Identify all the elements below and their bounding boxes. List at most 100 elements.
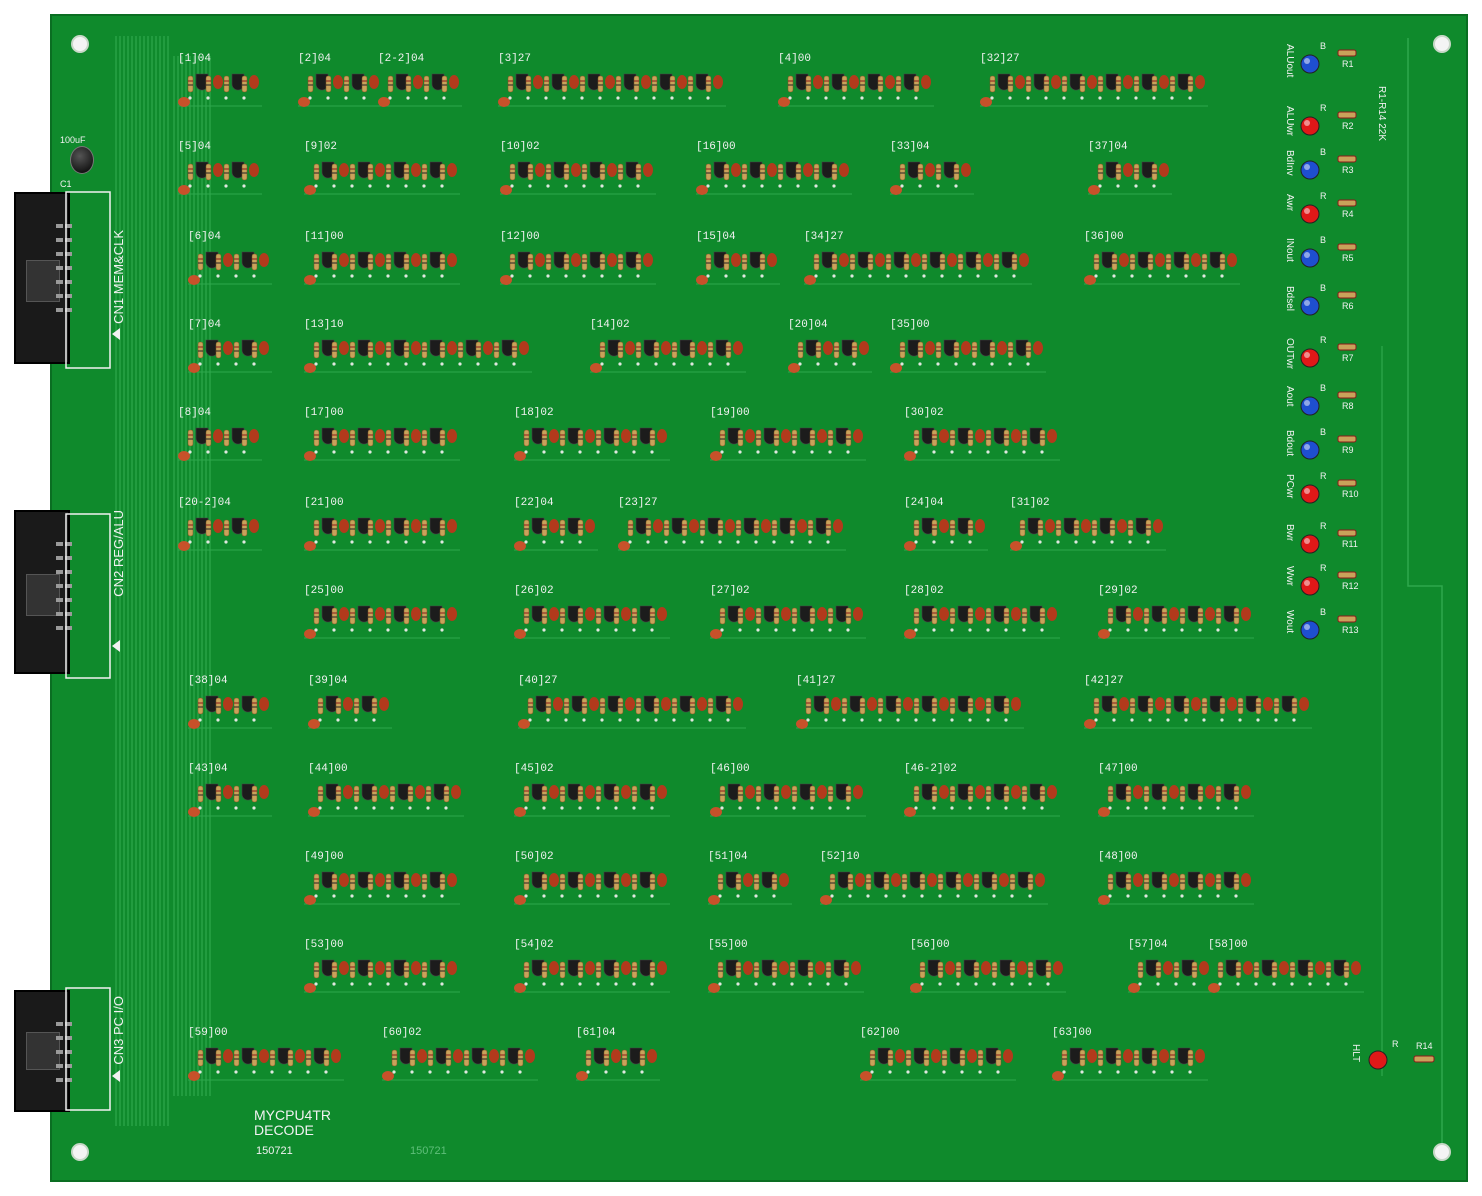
logic-block-components — [980, 73, 1205, 107]
logic-block-label: [1]04 — [178, 53, 212, 65]
resistor-ref-label: R8 — [1342, 401, 1354, 411]
led-signal-label: ALUwr — [1284, 106, 1295, 137]
logic-block-label: [58]00 — [1208, 939, 1248, 951]
logic-block-label: [21]00 — [304, 497, 344, 509]
logic-block-label: [27]02 — [710, 585, 750, 597]
logic-block-label: [3]27 — [498, 53, 532, 65]
logic-block-label: [19]00 — [710, 407, 750, 419]
logic-block-components — [378, 73, 459, 107]
logic-block-label: [8]04 — [178, 407, 212, 419]
logic-block-components — [708, 959, 861, 993]
logic-block-label: [22]04 — [514, 497, 554, 509]
logic-block-components — [1084, 695, 1309, 729]
logic-block-label: [48]00 — [1098, 851, 1138, 863]
logic-block-components — [188, 251, 269, 285]
logic-block-label: [47]00 — [1098, 763, 1138, 775]
logic-block-components — [890, 339, 1043, 373]
logic-block-label: [53]00 — [304, 939, 344, 951]
logic-block-label: [63]00 — [1052, 1027, 1092, 1039]
logic-block-components — [710, 783, 863, 817]
logic-block-components — [1098, 871, 1251, 905]
logic-block-components — [1098, 605, 1251, 639]
logic-block-components — [1098, 783, 1251, 817]
logic-block-components — [514, 605, 667, 639]
logic-block-label: [10]02 — [500, 141, 540, 153]
logic-block-components — [696, 251, 777, 285]
logic-block-components — [710, 605, 863, 639]
logic-block-components — [304, 605, 457, 639]
led-signal-label: PCwr — [1284, 474, 1295, 499]
mounting-hole — [1433, 35, 1451, 53]
led-color-label: R — [1320, 471, 1327, 481]
logic-block-label: [46-2]02 — [904, 763, 957, 775]
logic-block-label: [55]00 — [708, 939, 748, 951]
logic-block-label: [42]27 — [1084, 675, 1124, 687]
logic-block-label: [62]00 — [860, 1027, 900, 1039]
logic-block-label: [2]04 — [298, 53, 332, 65]
resistor-ref-label: R9 — [1342, 445, 1354, 455]
logic-block-components — [576, 1047, 657, 1081]
led-color-label: R — [1320, 563, 1327, 573]
resistor-ref-label: R4 — [1342, 209, 1354, 219]
logic-block-label: [13]10 — [304, 319, 344, 331]
led-color-label: R — [1320, 191, 1327, 201]
logic-block-label: [39]04 — [308, 675, 348, 687]
logic-block-components — [304, 339, 529, 373]
logic-block-label: [56]00 — [910, 939, 950, 951]
logic-block-label: [20]04 — [788, 319, 828, 331]
logic-block-label: [61]04 — [576, 1027, 616, 1039]
led-color-label: B — [1320, 283, 1327, 293]
logic-block-components — [590, 339, 743, 373]
mounting-hole — [1433, 1143, 1451, 1161]
led-signal-label: Bwr — [1284, 524, 1295, 542]
resistor-ref-label: R6 — [1342, 301, 1354, 311]
logic-block-components — [308, 695, 389, 729]
logic-block-label: [41]27 — [796, 675, 836, 687]
logic-block-label: [60]02 — [382, 1027, 422, 1039]
logic-block-label: [20-2]04 — [178, 497, 231, 509]
logic-block-label: [24]04 — [904, 497, 944, 509]
led-color-label: R — [1320, 335, 1327, 345]
board-title: MYCPU4TR — [254, 1107, 332, 1123]
logic-block-label: [9]02 — [304, 141, 338, 153]
logic-block-label: [29]02 — [1098, 585, 1138, 597]
c1-capacitor — [70, 146, 94, 174]
logic-block-label: [37]04 — [1088, 141, 1128, 153]
logic-block-components — [514, 427, 667, 461]
logic-block-components — [188, 339, 269, 373]
board-subtitle: DECODE — [254, 1122, 314, 1138]
logic-block-components — [708, 871, 789, 905]
logic-block-components — [500, 251, 653, 285]
logic-block-components — [188, 783, 269, 817]
logic-block-components — [514, 517, 595, 551]
led-signal-label: Awr — [1284, 194, 1295, 212]
hlt-resistor-ref: R14 — [1416, 1041, 1433, 1051]
resistor-ref-label: R2 — [1342, 121, 1354, 131]
logic-block-label: [12]00 — [500, 231, 540, 243]
board-date: 150721 — [256, 1145, 293, 1157]
logic-block-components — [820, 871, 1045, 905]
logic-block-components — [904, 517, 985, 551]
led-signal-label: ALUout — [1284, 44, 1295, 78]
logic-block-components — [178, 517, 259, 551]
resistor-ref-label: R5 — [1342, 253, 1354, 263]
led-signal-label: Bdsel — [1284, 286, 1295, 312]
led-color-label: R — [1320, 521, 1327, 531]
logic-block-components — [178, 161, 259, 195]
logic-block-label: [30]02 — [904, 407, 944, 419]
logic-block-components — [500, 161, 653, 195]
resistor-ref-label: R11 — [1342, 539, 1358, 549]
led-color-label: B — [1320, 427, 1327, 437]
logic-block-components — [1088, 161, 1169, 195]
logic-block-components — [304, 959, 457, 993]
logic-block-label: [26]02 — [514, 585, 554, 597]
logic-block-label: [6]04 — [188, 231, 222, 243]
logic-block-label: [32]27 — [980, 53, 1020, 65]
logic-block-components — [188, 695, 269, 729]
logic-block-label: [52]10 — [820, 851, 860, 863]
hlt-color-label: R — [1392, 1039, 1399, 1049]
board-date-faint: 150721 — [410, 1145, 447, 1157]
logic-block-components — [618, 517, 843, 551]
logic-block-components — [298, 73, 379, 107]
resistor-ref-label: R3 — [1342, 165, 1354, 175]
